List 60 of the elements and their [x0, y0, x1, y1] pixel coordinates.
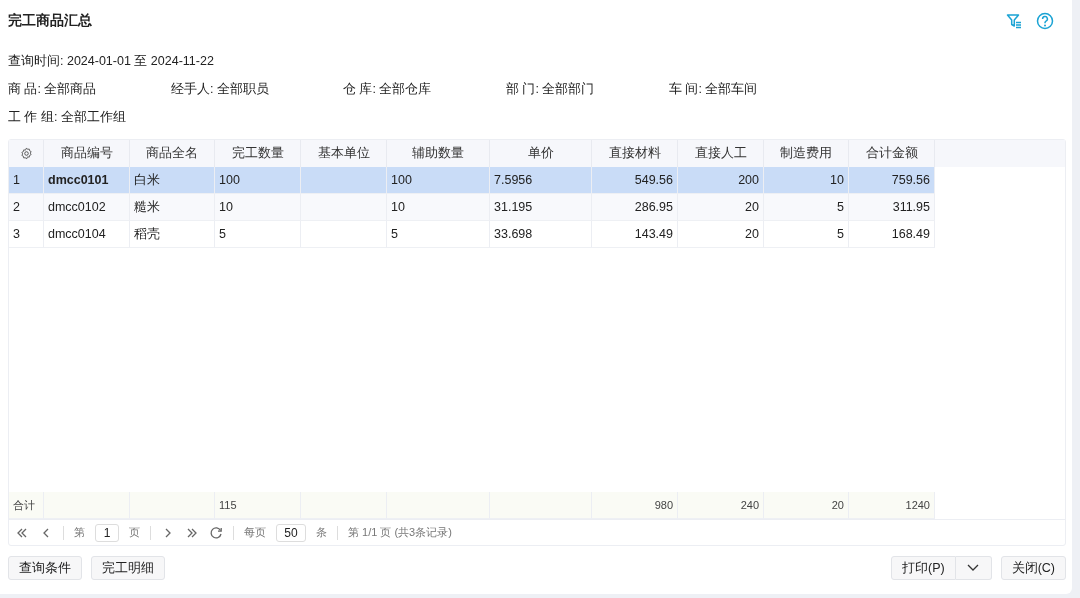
- table-cell: 286.95: [592, 194, 678, 221]
- page-summary: 第 1/1 页 (共3条记录): [348, 525, 452, 540]
- filter-text: 经手人: 全部职员: [171, 81, 270, 98]
- query-time-text: 查询时间: 2024-01-01 至 2024-11-22: [8, 53, 215, 70]
- print-button[interactable]: 打印(P): [890, 556, 956, 580]
- filter-text: 部 门: 全部部门: [506, 81, 596, 98]
- table-cell: 20: [678, 194, 764, 221]
- total-cell: 240: [678, 492, 764, 519]
- row-number: 1: [9, 167, 44, 194]
- table-cell: 5: [387, 221, 490, 248]
- total-cell: 1240: [849, 492, 935, 519]
- table-cell: dmcc0101: [44, 167, 130, 194]
- row-number: 2: [9, 194, 44, 221]
- table-cell: 168.49: [849, 221, 935, 248]
- table-cell: 10: [215, 194, 301, 221]
- table-cell: 549.56: [592, 167, 678, 194]
- table-cell: 5: [764, 194, 849, 221]
- table-cell: 5: [764, 221, 849, 248]
- page-label: 第: [74, 525, 85, 540]
- per-page-label: 条: [316, 525, 327, 540]
- table-cell: 10: [764, 167, 849, 194]
- table-cell: 稻壳: [130, 221, 215, 248]
- table-cell: 糙米: [130, 194, 215, 221]
- table-cell: 白米: [130, 167, 215, 194]
- table-cell: 5: [215, 221, 301, 248]
- page-label: 页: [129, 525, 140, 540]
- per-page-input[interactable]: 50: [276, 523, 306, 542]
- filter-text: 车 间: 全部车间: [669, 81, 759, 98]
- refresh-icon[interactable]: [209, 525, 223, 540]
- table-cell: 100: [387, 167, 490, 194]
- settings-icon[interactable]: [19, 147, 33, 160]
- filter-icon[interactable]: [1006, 13, 1022, 29]
- table-cell: 759.56: [849, 167, 935, 194]
- filter-text: 仓 库: 全部仓库: [343, 81, 433, 98]
- table-cell: 10: [387, 194, 490, 221]
- close-button[interactable]: 关闭(C): [1000, 556, 1066, 580]
- filter-text: 商 品: 全部商品: [8, 81, 98, 98]
- total-cell: 20: [764, 492, 849, 519]
- total-cell: 980: [592, 492, 678, 519]
- row-number: 3: [9, 221, 44, 248]
- window-title: 完工商品汇总: [8, 12, 92, 30]
- table-cell: 143.49: [592, 221, 678, 248]
- table-cell: 100: [215, 167, 301, 194]
- page-input[interactable]: 1: [95, 523, 119, 542]
- table-cell: 31.195: [490, 194, 592, 221]
- table-cell: dmcc0104: [44, 221, 130, 248]
- table-cell: dmcc0102: [44, 194, 130, 221]
- table-cell: 20: [678, 221, 764, 248]
- table-cell: 7.5956: [490, 167, 592, 194]
- per-page-label: 每页: [244, 525, 266, 540]
- caret-icon: [967, 564, 980, 572]
- table-cell: 33.698: [490, 221, 592, 248]
- action-button[interactable]: 完工明细: [91, 556, 165, 580]
- filter-text: 工 作 组: 全部工作组: [8, 109, 127, 126]
- help-icon[interactable]: [1036, 12, 1054, 30]
- action-button[interactable]: 查询条件: [8, 556, 82, 580]
- total-label: 合计: [9, 492, 44, 519]
- total-cell: 115: [215, 492, 301, 519]
- table-cell: 311.95: [849, 194, 935, 221]
- table-cell: 200: [678, 167, 764, 194]
